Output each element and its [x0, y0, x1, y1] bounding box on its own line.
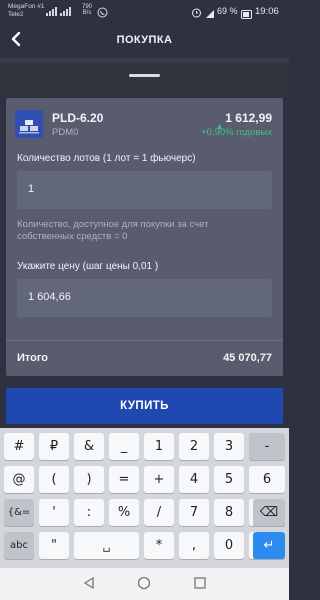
- battery-level: 69 %: [217, 6, 238, 16]
- key-hash[interactable]: #: [4, 433, 34, 460]
- total-label: Итого: [17, 352, 49, 364]
- navigation-bar: [0, 568, 289, 600]
- key-space[interactable]: ␣: [74, 532, 139, 559]
- back-triangle-icon[interactable]: [82, 576, 96, 595]
- key-minus[interactable]: -: [249, 433, 285, 460]
- instrument-price: 1 612,99: [225, 111, 272, 125]
- key-2[interactable]: 2: [179, 433, 209, 460]
- clock: 19:06: [255, 6, 279, 17]
- key-paren-close[interactable]: ): [74, 466, 104, 493]
- lots-label: Количество лотов (1 лот = 1 фьючерс): [17, 153, 196, 164]
- key-colon[interactable]: :: [74, 499, 104, 526]
- key-5[interactable]: 5: [214, 466, 244, 493]
- available-note-line1: Количество, доступное для покупки за сче…: [17, 219, 209, 230]
- bottom-sheet-top: [0, 58, 289, 98]
- app-header: ПОКУПКА: [0, 22, 289, 58]
- instrument-code: PDM0: [52, 127, 79, 138]
- status-bar: MegaFon #1 Tele2 790 B/s 69 % 19:06: [0, 0, 289, 22]
- signal-icon: [46, 6, 72, 18]
- gold-bars-icon: [15, 110, 43, 138]
- key-6[interactable]: 6: [249, 466, 285, 493]
- lots-input-value: 1: [28, 183, 35, 195]
- key-3[interactable]: 3: [214, 433, 244, 460]
- divider: [6, 340, 283, 341]
- page-title: ПОКУПКА: [116, 34, 173, 46]
- key-plus[interactable]: +: [144, 466, 174, 493]
- key-symbols-toggle[interactable]: {&=: [4, 499, 34, 526]
- key-underscore[interactable]: _: [109, 433, 139, 460]
- key-4[interactable]: 4: [179, 466, 209, 493]
- available-note-line2: собственных средств = 0: [17, 231, 128, 242]
- key-ampersand[interactable]: &: [74, 433, 104, 460]
- key-8[interactable]: 8: [214, 499, 244, 526]
- instrument-change: +0,90% годовых: [201, 127, 272, 138]
- home-circle-icon[interactable]: [137, 576, 151, 595]
- network-speed: 790 B/s: [80, 4, 94, 16]
- key-asterisk[interactable]: *: [144, 532, 174, 559]
- alarm-icon: [191, 5, 202, 23]
- key-paren-open[interactable]: (: [39, 466, 69, 493]
- key-7[interactable]: 7: [179, 499, 209, 526]
- whatsapp-icon: [97, 5, 108, 23]
- symbol-keyboard: # ₽ & _ 1 2 3 - @ ( ) = + 4 5 6 {&= ' : …: [0, 428, 289, 568]
- key-equals[interactable]: =: [109, 466, 139, 493]
- carrier-2: Tele2: [8, 11, 24, 18]
- lots-input[interactable]: 1: [17, 171, 272, 209]
- total-value: 45 070,77: [223, 352, 272, 364]
- price-label: Укажите цену (шаг цены 0,01 ): [17, 261, 159, 272]
- instrument-ticker: PLD-6.20: [52, 111, 104, 125]
- key-quote[interactable]: ": [39, 532, 69, 559]
- key-at[interactable]: @: [4, 466, 34, 493]
- available-note: Количество, доступное для покупки за сче…: [17, 219, 208, 243]
- price-input-value: 1 604,66: [28, 291, 71, 303]
- key-slash[interactable]: /: [144, 499, 174, 526]
- key-apostrophe[interactable]: ': [39, 499, 69, 526]
- buy-button[interactable]: КУПИТЬ: [6, 388, 283, 424]
- key-1[interactable]: 1: [144, 433, 174, 460]
- sheet-shadow: [0, 58, 289, 63]
- key-ruble[interactable]: ₽: [39, 433, 69, 460]
- key-abc[interactable]: abc: [4, 532, 34, 559]
- speed-unit: B/s: [82, 10, 92, 16]
- key-comma[interactable]: ,: [179, 532, 209, 559]
- price-input[interactable]: 1 604,66: [17, 279, 272, 317]
- key-0[interactable]: 0: [214, 532, 244, 559]
- recents-square-icon[interactable]: [193, 576, 207, 595]
- enter-key[interactable]: ↵: [253, 532, 285, 559]
- backspace-key[interactable]: ⌫: [253, 499, 285, 526]
- carrier-1: MegaFon #1: [8, 3, 45, 10]
- key-percent[interactable]: %: [109, 499, 139, 526]
- drag-handle[interactable]: [129, 74, 160, 77]
